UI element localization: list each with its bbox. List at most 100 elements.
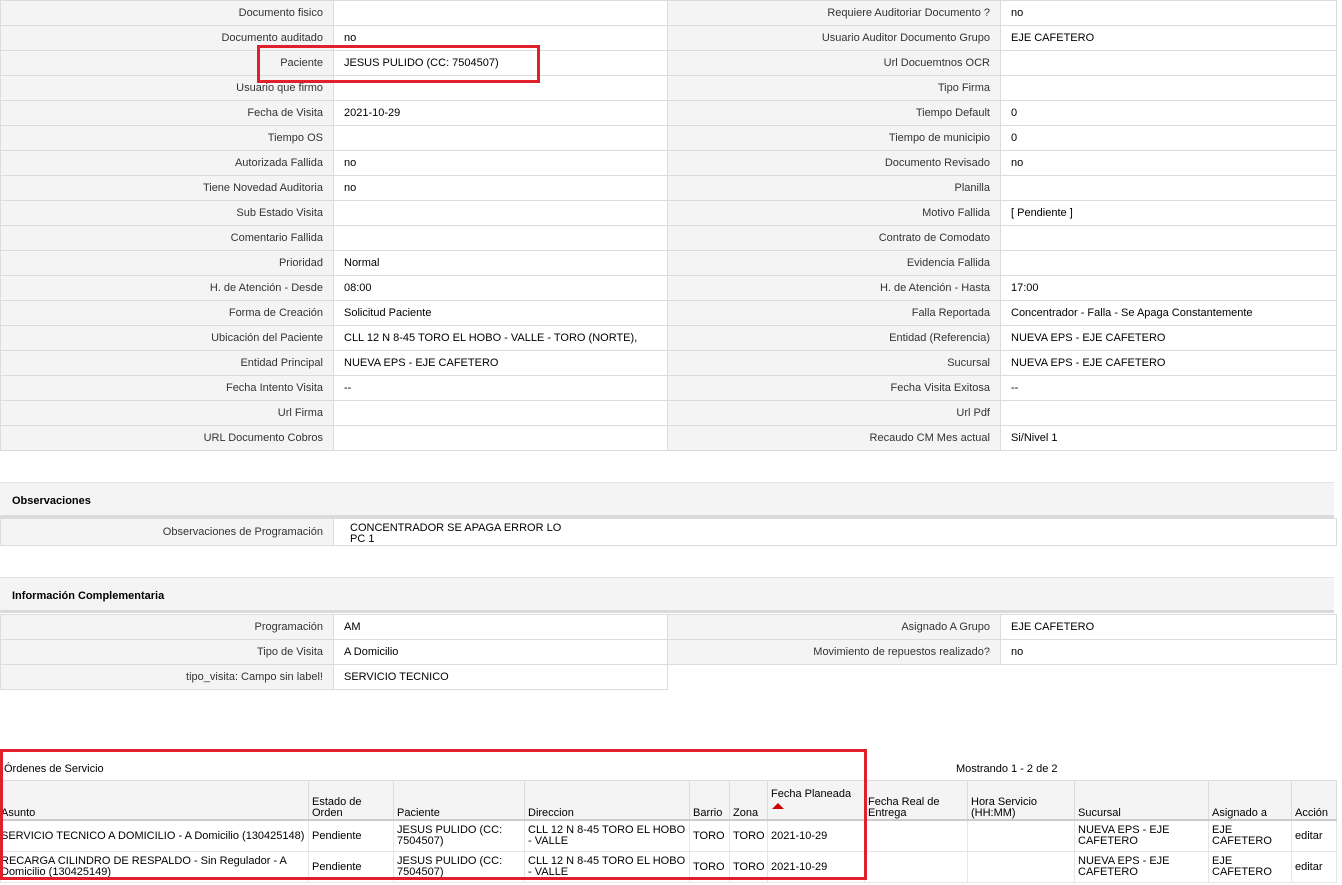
detail-row: Tiempo OS Tiempo de municipio 0 [0, 125, 1337, 151]
detail-row: Comentario Fallida Contrato de Comodato [0, 225, 1337, 251]
cell-fecha-planeada: 2021-10-29 [767, 819, 865, 852]
field-value: EJE CAFETERO [1000, 614, 1337, 640]
field-value: SERVICIO TECNICO [333, 664, 668, 690]
detail-row: Prioridad Normal Evidencia Fallida [0, 250, 1337, 276]
info-row: Tipo de Visita A Domicilio Movimiento de r… [0, 639, 1337, 665]
cell-accion[interactable]: editar [1291, 851, 1337, 883]
cell-hora [967, 819, 1075, 852]
field-label: tipo_visita: Campo sin label! [0, 664, 334, 690]
field-label: Entidad (Referencia) [667, 325, 1001, 351]
cell-sucursal: NUEVA EPS - EJE CAFETERO [1074, 851, 1209, 883]
col-header-asignado[interactable]: Asignado a [1208, 780, 1292, 821]
field-value: Si/Nivel 1 [1000, 425, 1337, 451]
field-label: Planilla [667, 175, 1001, 201]
field-value: AM [333, 614, 668, 640]
field-label: Tiempo Default [667, 100, 1001, 126]
info-row: Programación AM Asignado A Grupo EJE CAFETE… [0, 614, 1337, 640]
cell-direccion: CLL 12 N 8-45 TORO EL HOBO - VALLE [524, 819, 690, 852]
col-header-fecha-planeada[interactable]: Fecha Planeada [767, 780, 865, 821]
field-value: no [333, 25, 668, 51]
cell-estado: Pendiente [308, 851, 394, 883]
field-value: A Domicilio [333, 639, 668, 665]
detail-row: Paciente JESUS PULIDO (CC: 7504507) Url Do… [0, 50, 1337, 76]
field-label: Comentario Fallida [0, 225, 334, 251]
field-label: Motivo Fallida [667, 200, 1001, 226]
info-complementaria-section-header: Información Complementaria [0, 577, 1334, 613]
field-value [1000, 175, 1337, 201]
field-label: Autorizada Fallida [0, 150, 334, 176]
field-label: Documento auditado [0, 25, 334, 51]
edit-link[interactable]: editar [1295, 830, 1323, 842]
col-header-barrio[interactable]: Barrio [689, 780, 730, 821]
field-label: Documento Revisado [667, 150, 1001, 176]
field-value [1000, 75, 1337, 101]
info-complementaria-table: Programación AM Asignado A Grupo EJE CAFETE… [0, 614, 1337, 690]
cell-fecha-planeada: 2021-10-29 [767, 851, 865, 883]
observaciones-section-header: Observaciones [0, 482, 1334, 518]
cell-hora [967, 851, 1075, 883]
field-label: H. de Atención - Hasta [667, 275, 1001, 301]
field-label: Tiene Novedad Auditoria [0, 175, 334, 201]
field-value: Normal [333, 250, 668, 276]
cell-accion[interactable]: editar [1291, 819, 1337, 852]
field-label: Programación [0, 614, 334, 640]
cell-estado: Pendiente [308, 819, 394, 852]
field-value [333, 225, 668, 251]
field-label: Contrato de Comodato [667, 225, 1001, 251]
col-header-fecha-real[interactable]: Fecha Real de Entrega [864, 780, 968, 821]
detail-row: Tiene Novedad Auditoria no Planilla [0, 175, 1337, 201]
field-label: Fecha Visita Exitosa [667, 375, 1001, 401]
cell-fecha-real [864, 851, 968, 883]
field-value: 0 [1000, 100, 1337, 126]
field-label: Movimiento de repuestos realizado? [667, 639, 1001, 665]
pagination-summary: Mostrando 1 - 2 de 2 [956, 763, 1058, 775]
field-value: no [1000, 0, 1337, 26]
field-label: Ubicación del Paciente [0, 325, 334, 351]
cell-barrio: TORO [689, 819, 730, 852]
col-header-estado[interactable]: Estado de Orden [308, 780, 394, 821]
col-header-zona[interactable]: Zona [729, 780, 768, 821]
cell-sucursal: NUEVA EPS - EJE CAFETERO [1074, 819, 1209, 852]
field-label: Forma de Creación [0, 300, 334, 326]
field-value: CONCENTRADOR SE APAGA ERROR LO PC 1 [333, 518, 1337, 546]
field-label: H. de Atención - Desde [0, 275, 334, 301]
detail-row: Sub Estado Visita Motivo Fallida[ Pendien… [0, 200, 1337, 226]
detail-row: Fecha Intento Visita -- Fecha Visita Exito… [0, 375, 1337, 401]
table-row[interactable]: RECARGA CILINDRO DE RESPALDO - Sin Regul… [0, 851, 1337, 883]
col-header-direccion[interactable]: Direccion [524, 780, 690, 821]
table-row[interactable]: SERVICIO TECNICO A DOMICILIO - A Domicil… [0, 819, 1337, 852]
field-label: Prioridad [0, 250, 334, 276]
cell-paciente: JESUS PULIDO (CC: 7504507) [393, 851, 525, 883]
field-label: Evidencia Fallida [667, 250, 1001, 276]
cell-direccion: CLL 12 N 8-45 TORO EL HOBO - VALLE [524, 851, 690, 883]
col-header-sucursal[interactable]: Sucursal [1074, 780, 1209, 821]
field-value: 2021-10-29 [333, 100, 668, 126]
field-label: Fecha de Visita [0, 100, 334, 126]
detail-row: Url Firma Url Pdf [0, 400, 1337, 426]
col-header-hora-servicio[interactable]: Hora Servicio (HH:MM) [967, 780, 1075, 821]
field-value: JESUS PULIDO (CC: 7504507) [333, 50, 668, 76]
field-label: Usuario Auditor Documento Grupo [667, 25, 1001, 51]
field-label: URL Documento Cobros [0, 425, 334, 451]
field-label: Url Docuemtnos OCR [667, 50, 1001, 76]
cell-zona: TORO [729, 851, 768, 883]
col-header-asunto[interactable]: Asunto [0, 780, 309, 821]
field-value: no [333, 150, 668, 176]
field-value: no [1000, 150, 1337, 176]
cell-asignado: EJE CAFETERO [1208, 819, 1292, 852]
detail-row: URL Documento Cobros Recaudo CM Mes actua… [0, 425, 1337, 451]
field-value [333, 400, 668, 426]
field-value: -- [1000, 375, 1337, 401]
observacion-line: CONCENTRADOR SE APAGA ERROR LO [350, 522, 562, 534]
field-label: Tiempo de municipio [667, 125, 1001, 151]
field-label: Tipo Firma [667, 75, 1001, 101]
field-value [1000, 400, 1337, 426]
field-value: no [333, 175, 668, 201]
field-value: Concentrador - Falla - Se Apaga Constant… [1000, 300, 1337, 326]
field-label: Requiere Auditoriar Documento ? [667, 0, 1001, 26]
detail-row: Forma de Creación Solicitud Paciente Falla… [0, 300, 1337, 326]
edit-link[interactable]: editar [1295, 861, 1323, 873]
field-value: EJE CAFETERO [1000, 25, 1337, 51]
detail-row: Ubicación del Paciente CLL 12 N 8-45 TORO… [0, 325, 1337, 351]
col-header-paciente[interactable]: Paciente [393, 780, 525, 821]
